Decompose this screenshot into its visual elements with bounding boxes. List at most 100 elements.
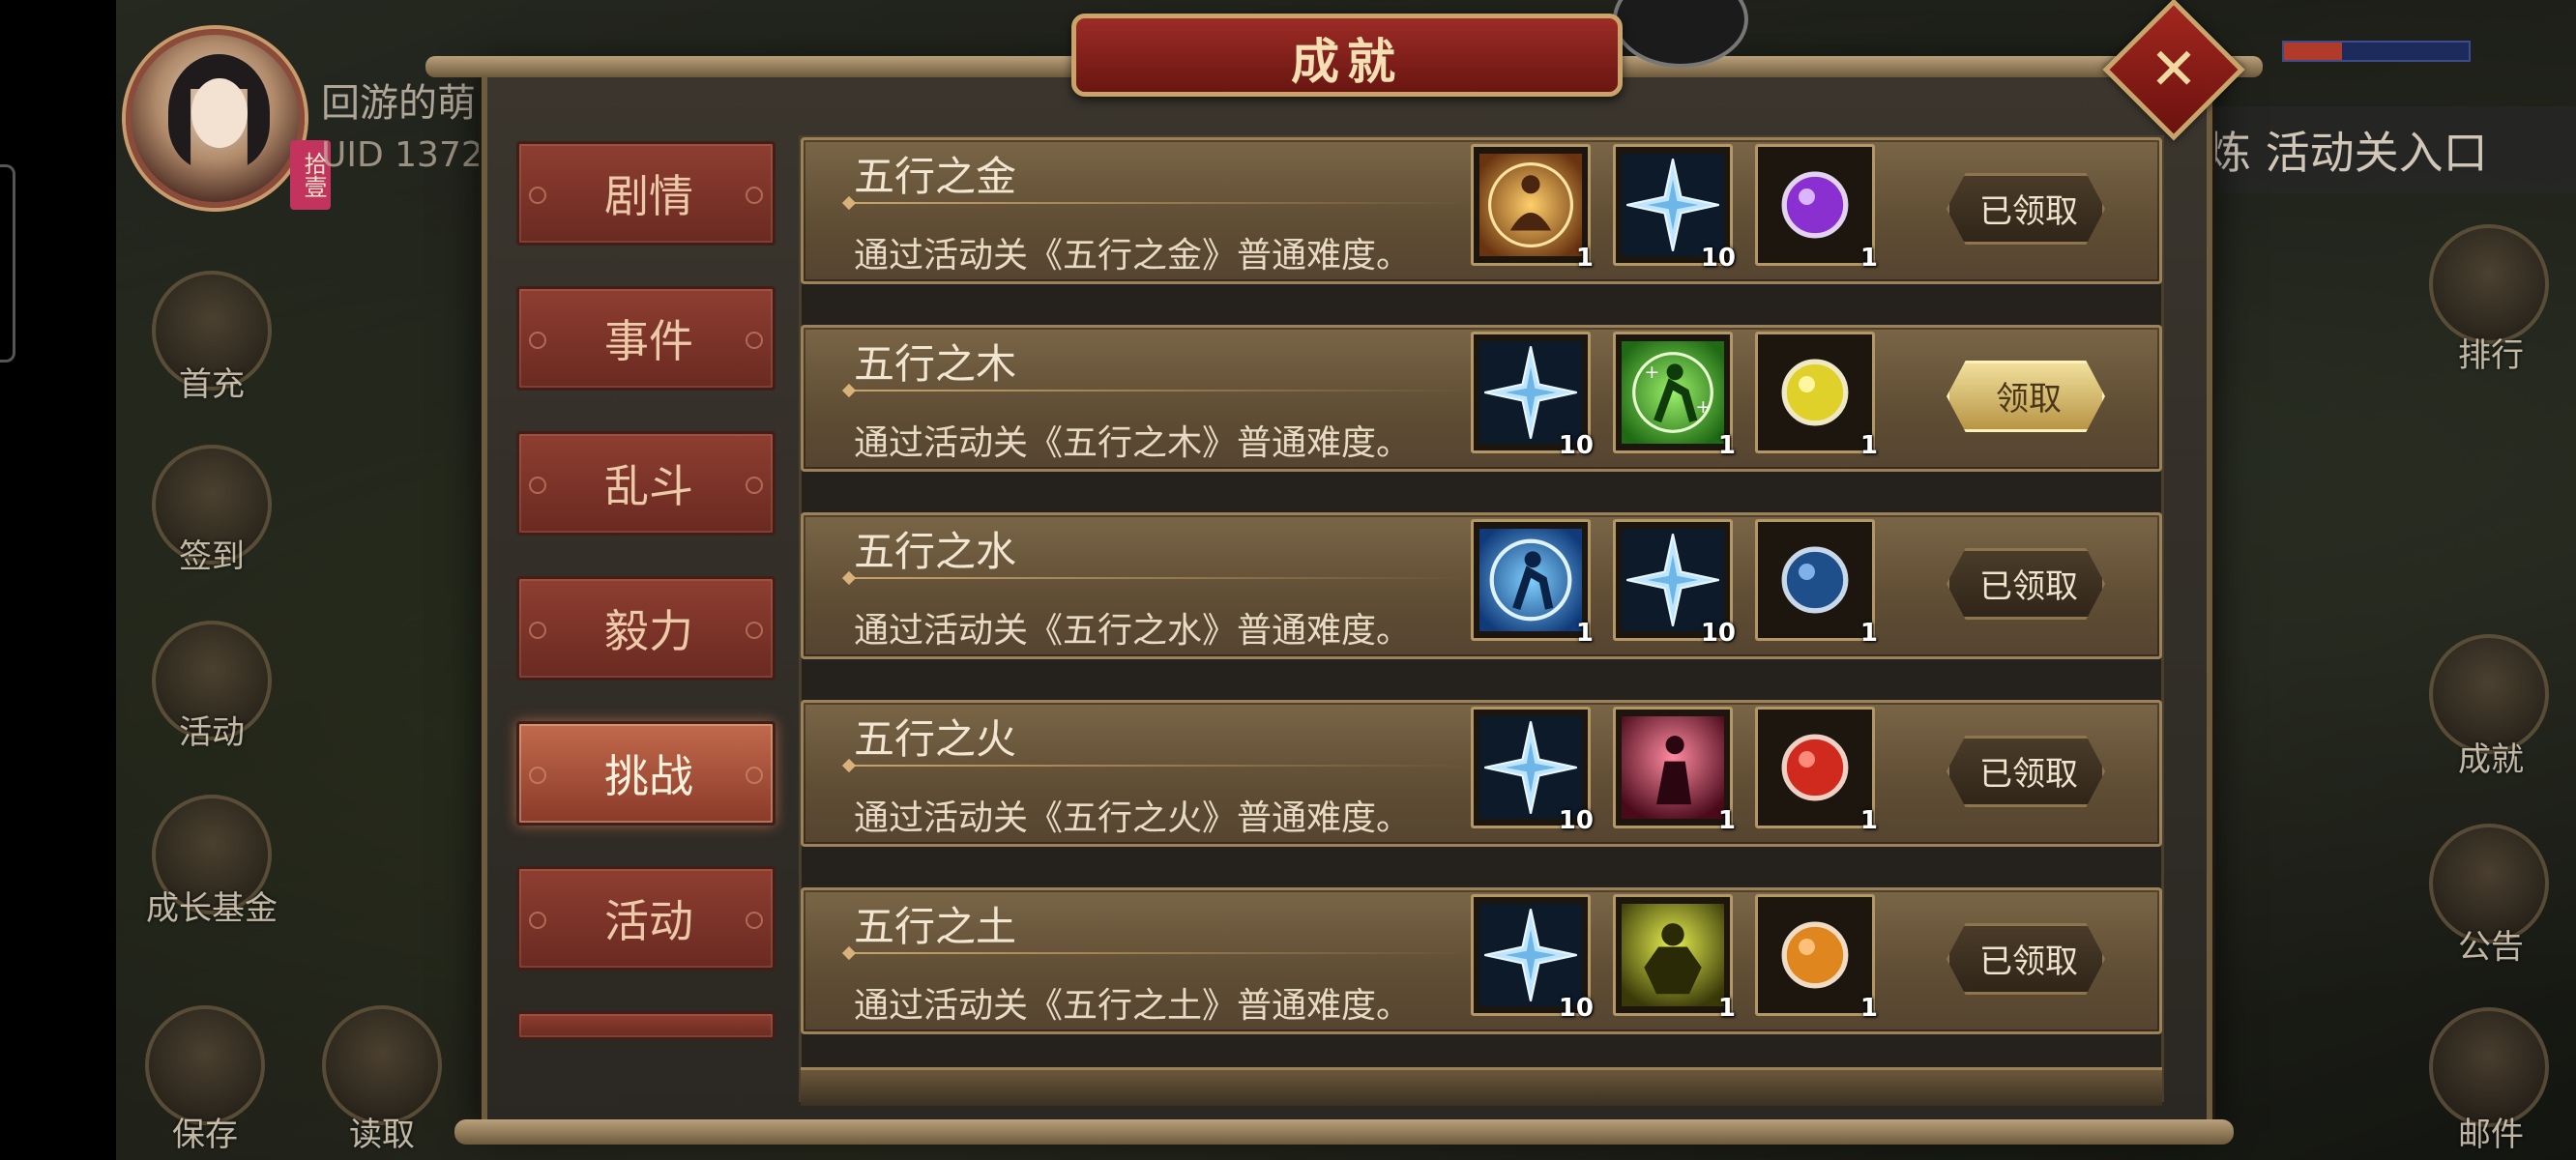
reward-slot[interactable]: 1 bbox=[1471, 144, 1594, 273]
achievement-description: 通过活动关《五行之木》普通难度。 bbox=[854, 423, 1412, 463]
reward-slot[interactable]: + + 1 bbox=[1613, 332, 1736, 460]
reward-slot[interactable]: 1 bbox=[1755, 707, 1878, 835]
achievement-row: 五行之木 通过活动关《五行之木》普通难度。 10 + + 1 1 领取 bbox=[801, 325, 2162, 472]
device-bezel bbox=[0, 0, 116, 1160]
reward-count: 10 bbox=[1558, 806, 1594, 835]
dialog-title: 成就 bbox=[1291, 34, 1403, 90]
achievement-title: 五行之金 bbox=[854, 153, 1017, 200]
reward-slot[interactable]: 1 bbox=[1471, 519, 1594, 648]
row-divider bbox=[848, 952, 1467, 954]
reward-count: 1 bbox=[1575, 244, 1594, 273]
achievement-title: 五行之水 bbox=[854, 528, 1017, 575]
achievement-label: 成就 bbox=[2458, 740, 2524, 779]
row-divider bbox=[848, 202, 1467, 204]
claimed-button[interactable]: 已领取 bbox=[1947, 736, 2105, 807]
reward-slot[interactable]: 10 bbox=[1613, 144, 1736, 273]
tab-label: 事件 bbox=[604, 315, 693, 367]
event-entrance-label: 炼 活动关入口 bbox=[2207, 127, 2488, 179]
achievement-title: 五行之土 bbox=[854, 903, 1017, 950]
dialog-bottom-frame bbox=[454, 1119, 2234, 1145]
claimed-button[interactable]: 已领取 bbox=[1947, 923, 2105, 995]
tab-brawl[interactable]: 乱斗 bbox=[516, 431, 776, 536]
reward-slot[interactable]: 1 bbox=[1755, 144, 1878, 273]
row-divider bbox=[848, 390, 1467, 392]
reward-count: 1 bbox=[1575, 619, 1594, 648]
yellow-orb-icon bbox=[1764, 341, 1866, 444]
activity-label: 活动 bbox=[179, 713, 245, 752]
reward-count: 1 bbox=[1717, 806, 1736, 835]
ice-crystal-icon bbox=[1622, 154, 1724, 256]
tab-challenge[interactable]: 挑战 bbox=[516, 721, 776, 826]
claim-button-label: 领取 bbox=[1996, 380, 2062, 419]
first-charge-label: 首充 bbox=[179, 365, 245, 404]
load-label: 读取 bbox=[349, 1116, 415, 1154]
ranking-label: 排行 bbox=[2458, 336, 2524, 375]
tab-label: 剧情 bbox=[604, 170, 693, 222]
sign-in-label: 签到 bbox=[179, 537, 245, 576]
tab-event[interactable]: 事件 bbox=[516, 286, 776, 391]
achievement-row: 五行之土 通过活动关《五行之土》普通难度。 10 1 1 已领取 bbox=[801, 887, 2162, 1034]
claim-button-label: 已领取 bbox=[1979, 567, 2078, 606]
achievement-title: 五行之火 bbox=[854, 715, 1017, 763]
reward-slot[interactable]: 10 bbox=[1613, 519, 1736, 648]
tab-label: 乱斗 bbox=[604, 460, 693, 512]
reward-slot[interactable]: 10 bbox=[1471, 894, 1594, 1023]
player-avatar[interactable] bbox=[126, 29, 305, 208]
tab-perseverance[interactable]: 毅力 bbox=[516, 576, 776, 681]
tab-activity[interactable]: 活动 bbox=[516, 866, 776, 971]
achievement-row: 五行之金 通过活动关《五行之金》普通难度。 1 10 1 已领取 bbox=[801, 137, 2162, 284]
mail-label: 邮件 bbox=[2458, 1116, 2524, 1154]
close-x-icon[interactable]: ✕ bbox=[2123, 19, 2224, 120]
green-healing-figure-icon: + + bbox=[1622, 341, 1724, 444]
tab-label: 活动 bbox=[604, 895, 693, 947]
reward-count: 1 bbox=[1859, 806, 1878, 835]
reward-slot[interactable]: 1 bbox=[1755, 332, 1878, 460]
red-orb-icon bbox=[1764, 716, 1866, 819]
purple-orb-icon bbox=[1764, 154, 1866, 256]
ice-crystal-icon bbox=[1479, 341, 1582, 444]
row-divider bbox=[848, 577, 1467, 579]
golden-meditation-icon bbox=[1479, 154, 1582, 256]
reward-count: 1 bbox=[1859, 619, 1878, 648]
reward-slot[interactable]: 1 bbox=[1755, 894, 1878, 1023]
growth-fund-label: 成长基金 bbox=[146, 889, 278, 928]
svg-text:+: + bbox=[1695, 396, 1711, 418]
achievement-description: 通过活动关《五行之土》普通难度。 bbox=[854, 986, 1412, 1026]
claimed-button[interactable]: 已领取 bbox=[1947, 548, 2105, 620]
tab-label: 挑战 bbox=[604, 750, 693, 802]
achievement-row: 五行之火 通过活动关《五行之火》普通难度。 10 1 1 已领取 bbox=[801, 700, 2162, 847]
earth-golem-icon bbox=[1622, 904, 1724, 1006]
ice-crystal-icon bbox=[1479, 716, 1582, 819]
reward-slot[interactable]: 1 bbox=[1613, 894, 1736, 1023]
player-uid: UID 1372 bbox=[321, 135, 483, 175]
reward-count: 10 bbox=[1558, 431, 1594, 460]
claim-button[interactable]: 领取 bbox=[1947, 361, 2105, 432]
save-label: 保存 bbox=[172, 1116, 238, 1154]
reward-slot[interactable]: 10 bbox=[1471, 707, 1594, 835]
ice-crystal-icon bbox=[1479, 904, 1582, 1006]
tab-partial[interactable] bbox=[516, 1011, 776, 1040]
tab-story[interactable]: 剧情 bbox=[516, 141, 776, 246]
row-divider bbox=[848, 765, 1467, 767]
reward-count: 1 bbox=[1717, 431, 1736, 460]
reward-count: 10 bbox=[1700, 619, 1736, 648]
claimed-button[interactable]: 已领取 bbox=[1947, 173, 2105, 245]
reward-slot[interactable]: 10 bbox=[1471, 332, 1594, 460]
ranking-button[interactable] bbox=[2429, 224, 2549, 344]
reward-count: 1 bbox=[1859, 244, 1878, 273]
reward-count: 1 bbox=[1859, 431, 1878, 460]
player-name: 回游的萌 bbox=[321, 81, 476, 126]
reward-count: 10 bbox=[1558, 994, 1594, 1023]
achievement-row: 五行之水 通过活动关《五行之水》普通难度。 1 10 1 已领取 bbox=[801, 512, 2162, 659]
progress-bar-fill bbox=[2284, 43, 2342, 60]
reward-slot[interactable]: 1 bbox=[1613, 707, 1736, 835]
reward-count: 1 bbox=[1717, 994, 1736, 1023]
blue-orb-icon bbox=[1764, 529, 1866, 631]
avatar-face bbox=[191, 78, 248, 148]
reward-slot[interactable]: 1 bbox=[1755, 519, 1878, 648]
ice-crystal-icon bbox=[1622, 529, 1724, 631]
claim-button-label: 已领取 bbox=[1979, 942, 2078, 981]
tab-label: 毅力 bbox=[604, 605, 693, 657]
blue-water-figure-icon bbox=[1479, 529, 1582, 631]
achievement-title: 五行之木 bbox=[854, 340, 1017, 388]
